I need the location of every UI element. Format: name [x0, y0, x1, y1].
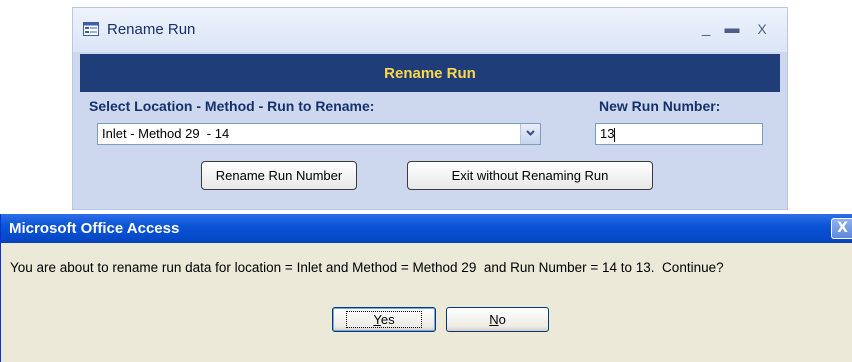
dialog-title: Microsoft Office Access: [9, 220, 180, 237]
combobox-dropdown-button[interactable]: [520, 124, 540, 144]
no-button-label: No: [489, 312, 506, 327]
location-label: Select Location - Method - Run to Rename…: [89, 98, 375, 114]
form-header: Rename Run: [80, 54, 780, 92]
form-header-title: Rename Run: [384, 64, 476, 82]
yes-button-label: Yes: [346, 311, 422, 328]
run-number-value: 13: [600, 126, 615, 141]
minimize-button[interactable]: _: [697, 20, 715, 38]
dialog-close-button[interactable]: X: [831, 218, 852, 239]
no-accelerator: N: [489, 312, 499, 327]
combobox-value: Inlet - Method 29 - 14: [102, 126, 230, 141]
confirm-dialog: Microsoft Office Access X You are about …: [0, 214, 852, 362]
rename-run-form-window: Rename Run _ ▬ X Rename Run Select Locat…: [72, 7, 788, 210]
new-run-number-input[interactable]: 13: [595, 123, 763, 145]
chevron-down-icon: [526, 130, 535, 136]
yes-button[interactable]: Yes: [332, 307, 436, 332]
close-button[interactable]: X: [753, 20, 771, 38]
exit-button-label: Exit without Renaming Run: [451, 168, 609, 183]
yes-accelerator: Y: [373, 312, 381, 327]
rename-button-label: Rename Run Number: [215, 168, 343, 183]
form-window-title: Rename Run: [107, 21, 196, 38]
form-icon: [83, 22, 99, 36]
exit-without-renaming-button[interactable]: Exit without Renaming Run: [407, 161, 653, 190]
rename-run-number-button[interactable]: Rename Run Number: [201, 161, 357, 190]
yes-label-rest: es: [380, 312, 395, 327]
maximize-button[interactable]: ▬: [723, 20, 741, 38]
no-label-rest: o: [498, 312, 506, 327]
text-caret: [614, 127, 616, 142]
form-titlebar[interactable]: Rename Run _ ▬ X: [73, 8, 787, 52]
run-number-label: New Run Number:: [599, 98, 721, 114]
dialog-titlebar[interactable]: Microsoft Office Access X: [1, 214, 852, 243]
dialog-message: You are about to rename run data for loc…: [10, 260, 724, 275]
location-method-run-combobox[interactable]: Inlet - Method 29 - 14: [97, 123, 541, 145]
no-button[interactable]: No: [446, 307, 549, 332]
